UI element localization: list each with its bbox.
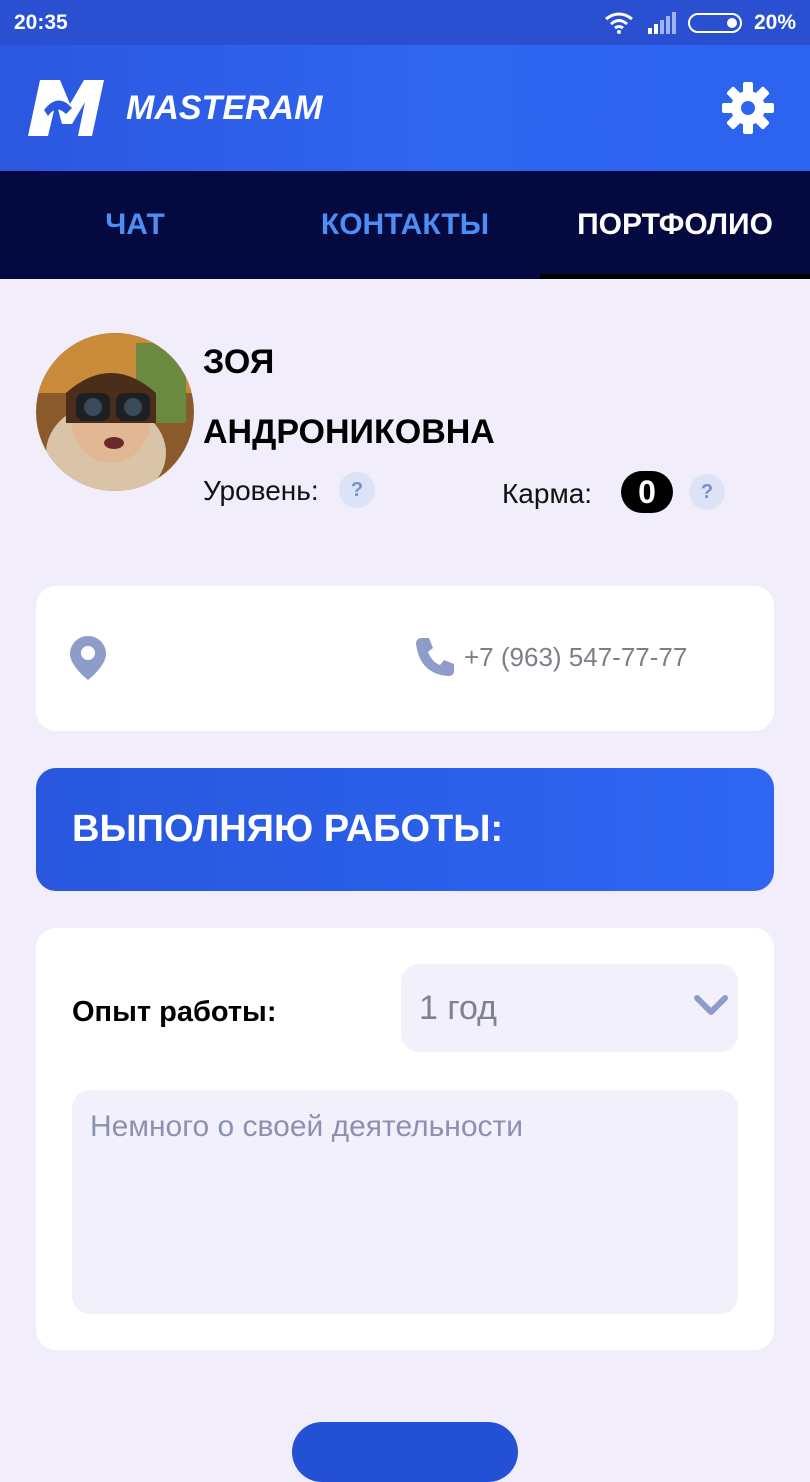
status-bar: 20:35 20% [0,0,810,45]
avatar-photo [36,333,194,491]
experience-selected-value: 1 год [419,988,498,1027]
level-help-icon[interactable]: ? [339,472,375,508]
phone-icon[interactable] [414,636,456,678]
karma-value-badge: 0 [621,471,673,513]
status-time: 20:35 [14,10,68,34]
profile-section: ЗОЯ АНДРОНИКОВНА Уровень: ? Карма: 0 ? [36,333,776,523]
tab-contacts[interactable]: КОНТАКТЫ [270,171,540,279]
contact-card: +7 (963) 547-77-77 [36,586,774,731]
wifi-icon [605,12,633,34]
chevron-down-icon [694,995,728,1015]
level-label: Уровень: [203,475,319,506]
battery-percent: 20% [753,10,796,34]
logo: MASTERAM [28,80,322,136]
phone-number[interactable]: +7 (963) 547-77-77 [464,642,687,673]
experience-select[interactable]: 1 год [401,964,738,1052]
status-indicators: 20% [604,11,796,35]
profile-first-name: ЗОЯ [203,343,275,381]
tab-bar: ЧАТ КОНТАКТЫ ПОРТФОЛИО [0,171,810,279]
location-pin-icon[interactable] [70,636,106,680]
experience-label: Опыт работы: [72,996,277,1028]
about-textarea[interactable] [72,1090,738,1314]
signal-icon [647,11,676,34]
tab-portfolio[interactable]: ПОРТФОЛИО [540,171,810,279]
profile-last-name: АНДРОНИКОВНА [203,413,495,451]
works-title: ВЫПОЛНЯЮ РАБОТЫ: [72,808,504,850]
logo-text: MASTERAM [126,88,323,127]
experience-card: Опыт работы: 1 год [36,928,774,1350]
karma-label: Карма: [502,478,593,509]
karma-help-icon[interactable]: ? [689,474,725,510]
bottom-action-button[interactable] [292,1422,518,1482]
avatar[interactable] [36,333,194,491]
tab-chat[interactable]: ЧАТ [0,171,270,279]
gear-icon[interactable] [720,80,776,136]
works-banner[interactable]: ВЫПОЛНЯЮ РАБОТЫ: [36,768,774,891]
battery-icon [687,12,742,33]
app-header: MASTERAM [0,45,810,171]
logo-mark-icon [28,80,104,136]
